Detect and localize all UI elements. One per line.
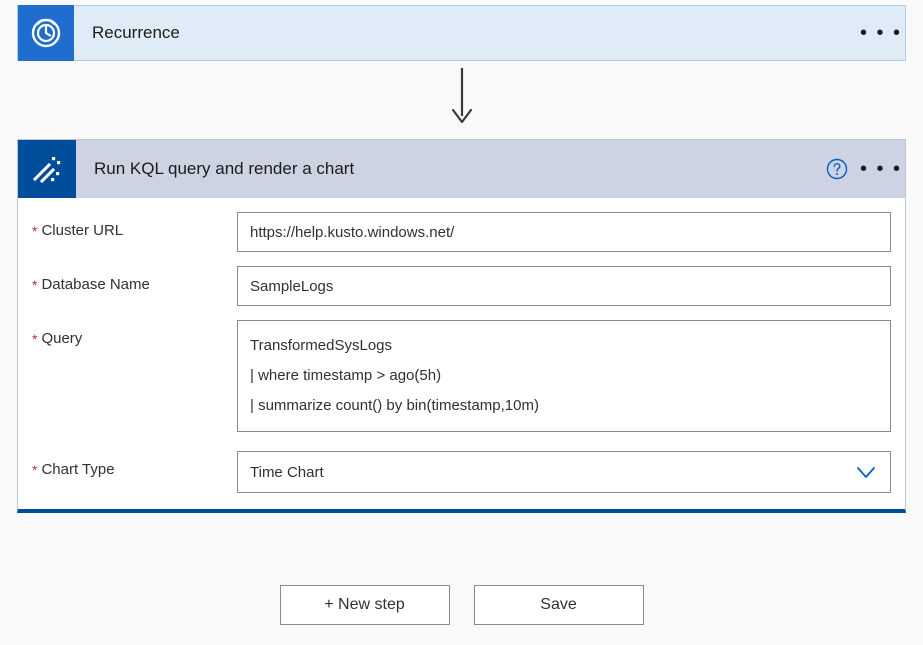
action-header[interactable]: Run KQL query and render a chart • • • — [18, 140, 905, 198]
label-database-name-text: Database Name — [41, 276, 149, 293]
action-form: * Cluster URL * Database Name * Query — [18, 198, 905, 509]
row-query: * Query — [32, 320, 891, 437]
recurrence-icon — [18, 5, 74, 61]
database-name-input[interactable] — [237, 266, 891, 306]
row-chart-type: * Chart Type Time Chart — [32, 451, 891, 493]
label-chart-type: * Chart Type — [32, 451, 237, 479]
new-step-button[interactable]: + New step — [280, 585, 450, 625]
help-icon — [826, 158, 848, 180]
label-database-name: * Database Name — [32, 266, 237, 294]
required-asterisk: * — [32, 461, 37, 479]
connector-arrow — [449, 66, 475, 130]
chart-type-value: Time Chart — [250, 464, 324, 481]
action-card: Run KQL query and render a chart • • • *… — [17, 139, 906, 513]
required-asterisk: * — [32, 222, 37, 240]
label-cluster-url-text: Cluster URL — [41, 222, 123, 239]
trigger-card[interactable]: Recurrence • • • — [17, 5, 906, 61]
save-button[interactable]: Save — [474, 585, 644, 625]
help-button[interactable] — [817, 158, 857, 180]
chevron-down-icon — [854, 460, 878, 484]
footer: + New step Save — [0, 585, 923, 625]
label-query-text: Query — [41, 330, 82, 347]
trigger-more-button[interactable]: • • • — [857, 22, 905, 45]
label-cluster-url: * Cluster URL — [32, 212, 237, 240]
new-step-label: + New step — [324, 596, 404, 614]
kusto-icon — [18, 140, 76, 198]
trigger-title: Recurrence — [74, 23, 857, 43]
action-title: Run KQL query and render a chart — [76, 159, 817, 179]
query-input[interactable] — [237, 320, 891, 432]
cluster-url-input[interactable] — [237, 212, 891, 252]
save-label: Save — [540, 596, 576, 614]
action-more-button[interactable]: • • • — [857, 158, 905, 181]
required-asterisk: * — [32, 330, 37, 348]
chart-type-select[interactable]: Time Chart — [237, 451, 891, 493]
required-asterisk: * — [32, 276, 37, 294]
row-cluster-url: * Cluster URL — [32, 212, 891, 252]
label-query: * Query — [32, 320, 237, 348]
label-chart-type-text: Chart Type — [41, 461, 114, 478]
row-database-name: * Database Name — [32, 266, 891, 306]
